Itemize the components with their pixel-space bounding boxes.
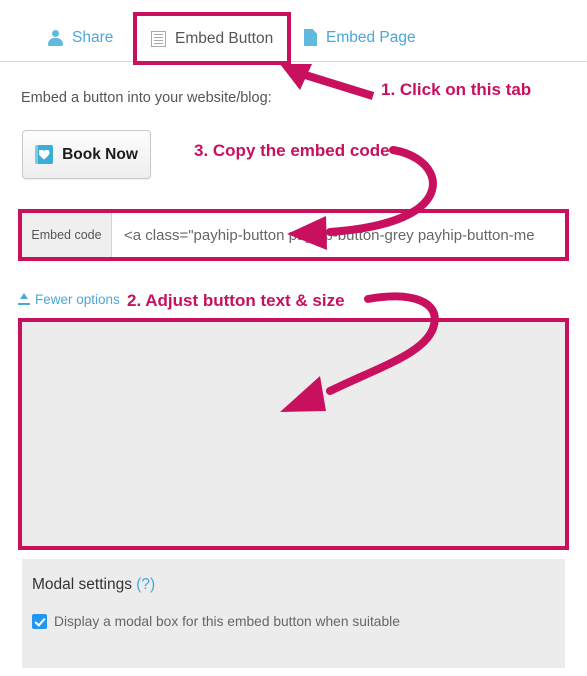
embed-code-row: Embed code (18, 209, 569, 261)
tab-bar: Share Embed Button Embed Page (0, 0, 587, 65)
modal-settings-panel (22, 558, 565, 668)
annotation-text-2: 2. Adjust button text & size (127, 291, 345, 310)
book-heart-icon (35, 145, 54, 164)
modal-settings-title-text: Modal settings (32, 576, 132, 593)
annotation-arrow-1 (280, 64, 375, 100)
list-icon (151, 30, 166, 47)
fewer-options-toggle[interactable]: Fewer options (18, 292, 120, 307)
modal-settings-title: Modal settings (?) (32, 576, 155, 594)
tab-embed-page-label: Embed Page (326, 28, 416, 46)
book-now-preview-button[interactable]: Book Now (22, 130, 151, 179)
modal-settings-help-link[interactable]: (?) (136, 576, 155, 593)
book-now-preview-label: Book Now (62, 145, 138, 163)
annotation-text-1: 1. Click on this tab (381, 80, 532, 99)
fewer-options-label: Fewer options (35, 292, 120, 307)
tab-embed-page[interactable]: Embed Page (290, 14, 430, 61)
tab-share[interactable]: Share (34, 14, 128, 61)
upload-arrow-icon (18, 293, 30, 306)
annotation-text-3: 3. Copy the embed code (194, 141, 390, 160)
options-panel (18, 318, 569, 550)
tab-embed-button-label: Embed Button (175, 29, 274, 47)
page-icon (304, 29, 317, 46)
modal-display-checkbox[interactable]: Display a modal box for this embed butto… (32, 614, 400, 629)
embed-code-input[interactable] (112, 213, 565, 257)
embed-description: Embed a button into your website/blog: (21, 90, 272, 106)
embed-code-label: Embed code (22, 213, 112, 257)
tab-embed-button[interactable]: Embed Button (133, 12, 292, 65)
checkbox-checked-icon (32, 614, 47, 629)
person-icon (48, 29, 63, 46)
modal-display-checkbox-label: Display a modal box for this embed butto… (54, 614, 400, 629)
bottom-spacer (0, 668, 587, 676)
tab-share-label: Share (72, 28, 114, 46)
